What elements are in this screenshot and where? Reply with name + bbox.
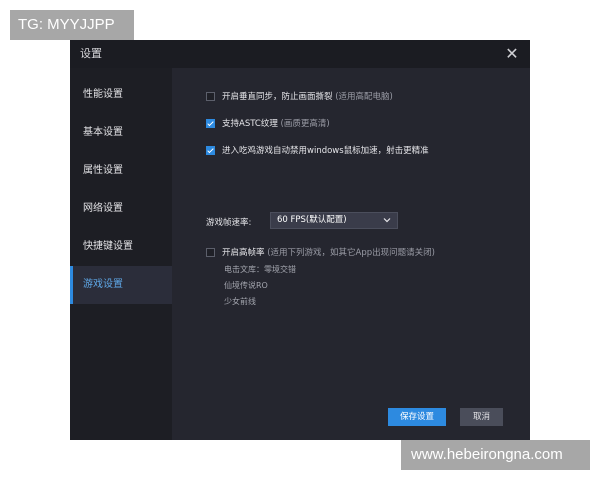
sidebar: 性能设置 基本设置 属性设置 网络设置 快捷键设置 游戏设置	[70, 68, 172, 440]
settings-window: 设置 ✕ 性能设置 基本设置 属性设置 网络设置 快捷键设置 游戏设置 开启垂直…	[70, 40, 530, 440]
high-fps-hint: (适用下列游戏，如其它App出现问题请关闭)	[267, 248, 435, 258]
sidebar-item-performance[interactable]: 性能设置	[70, 76, 172, 114]
mouse-accel-checkbox[interactable]	[206, 146, 215, 155]
sidebar-item-label: 基本设置	[83, 127, 123, 138]
chevron-down-icon	[383, 218, 391, 223]
close-icon[interactable]: ✕	[502, 44, 522, 64]
high-fps-label: 开启高帧率	[222, 248, 265, 258]
astc-hint: (画质更高清)	[280, 119, 330, 129]
mouse-accel-label: 进入吃鸡游戏自动禁用windows鼠标加速，射击更精准	[222, 146, 429, 156]
sidebar-item-label: 属性设置	[83, 165, 123, 176]
game-list-item: 少女前线	[224, 297, 256, 306]
sidebar-item-basic[interactable]: 基本设置	[70, 114, 172, 152]
sidebar-item-network[interactable]: 网络设置	[70, 190, 172, 228]
sidebar-item-label: 网络设置	[83, 203, 123, 214]
sidebar-item-label: 性能设置	[83, 89, 123, 100]
game-list-item: 电击文库：零境交错	[224, 265, 296, 274]
watermark-bottom: www.hebeirongna.com	[401, 440, 590, 470]
game-list-item: 仙境传说RO	[224, 281, 268, 290]
astc-label: 支持ASTC纹理	[222, 119, 278, 129]
fps-selected-value: 60 FPS(默认配置)	[277, 215, 347, 225]
vsync-checkbox[interactable]	[206, 92, 215, 101]
game-settings-panel: 开启垂直同步，防止画面撕裂 (适用高配电脑) 支持ASTC纹理 (画质更高清) …	[172, 68, 530, 440]
high-fps-checkbox[interactable]	[206, 248, 215, 257]
window-title: 设置	[80, 47, 102, 60]
save-button[interactable]: 保存设置	[388, 408, 446, 426]
fps-select[interactable]: 60 FPS(默认配置)	[270, 212, 398, 229]
watermark-top: TG: MYYJJPP	[10, 10, 134, 40]
cancel-button[interactable]: 取消	[460, 408, 503, 426]
vsync-label: 开启垂直同步，防止画面撕裂	[222, 92, 333, 102]
sidebar-item-game[interactable]: 游戏设置	[70, 266, 172, 304]
sidebar-item-shortcuts[interactable]: 快捷键设置	[70, 228, 172, 266]
sidebar-item-label: 快捷键设置	[83, 241, 133, 252]
fps-label: 游戏帧速率:	[206, 218, 252, 228]
astc-checkbox[interactable]	[206, 119, 215, 128]
vsync-hint: (适用高配电脑)	[335, 92, 393, 102]
title-bar: 设置 ✕	[70, 40, 530, 68]
sidebar-item-label: 游戏设置	[83, 279, 123, 290]
sidebar-item-properties[interactable]: 属性设置	[70, 152, 172, 190]
